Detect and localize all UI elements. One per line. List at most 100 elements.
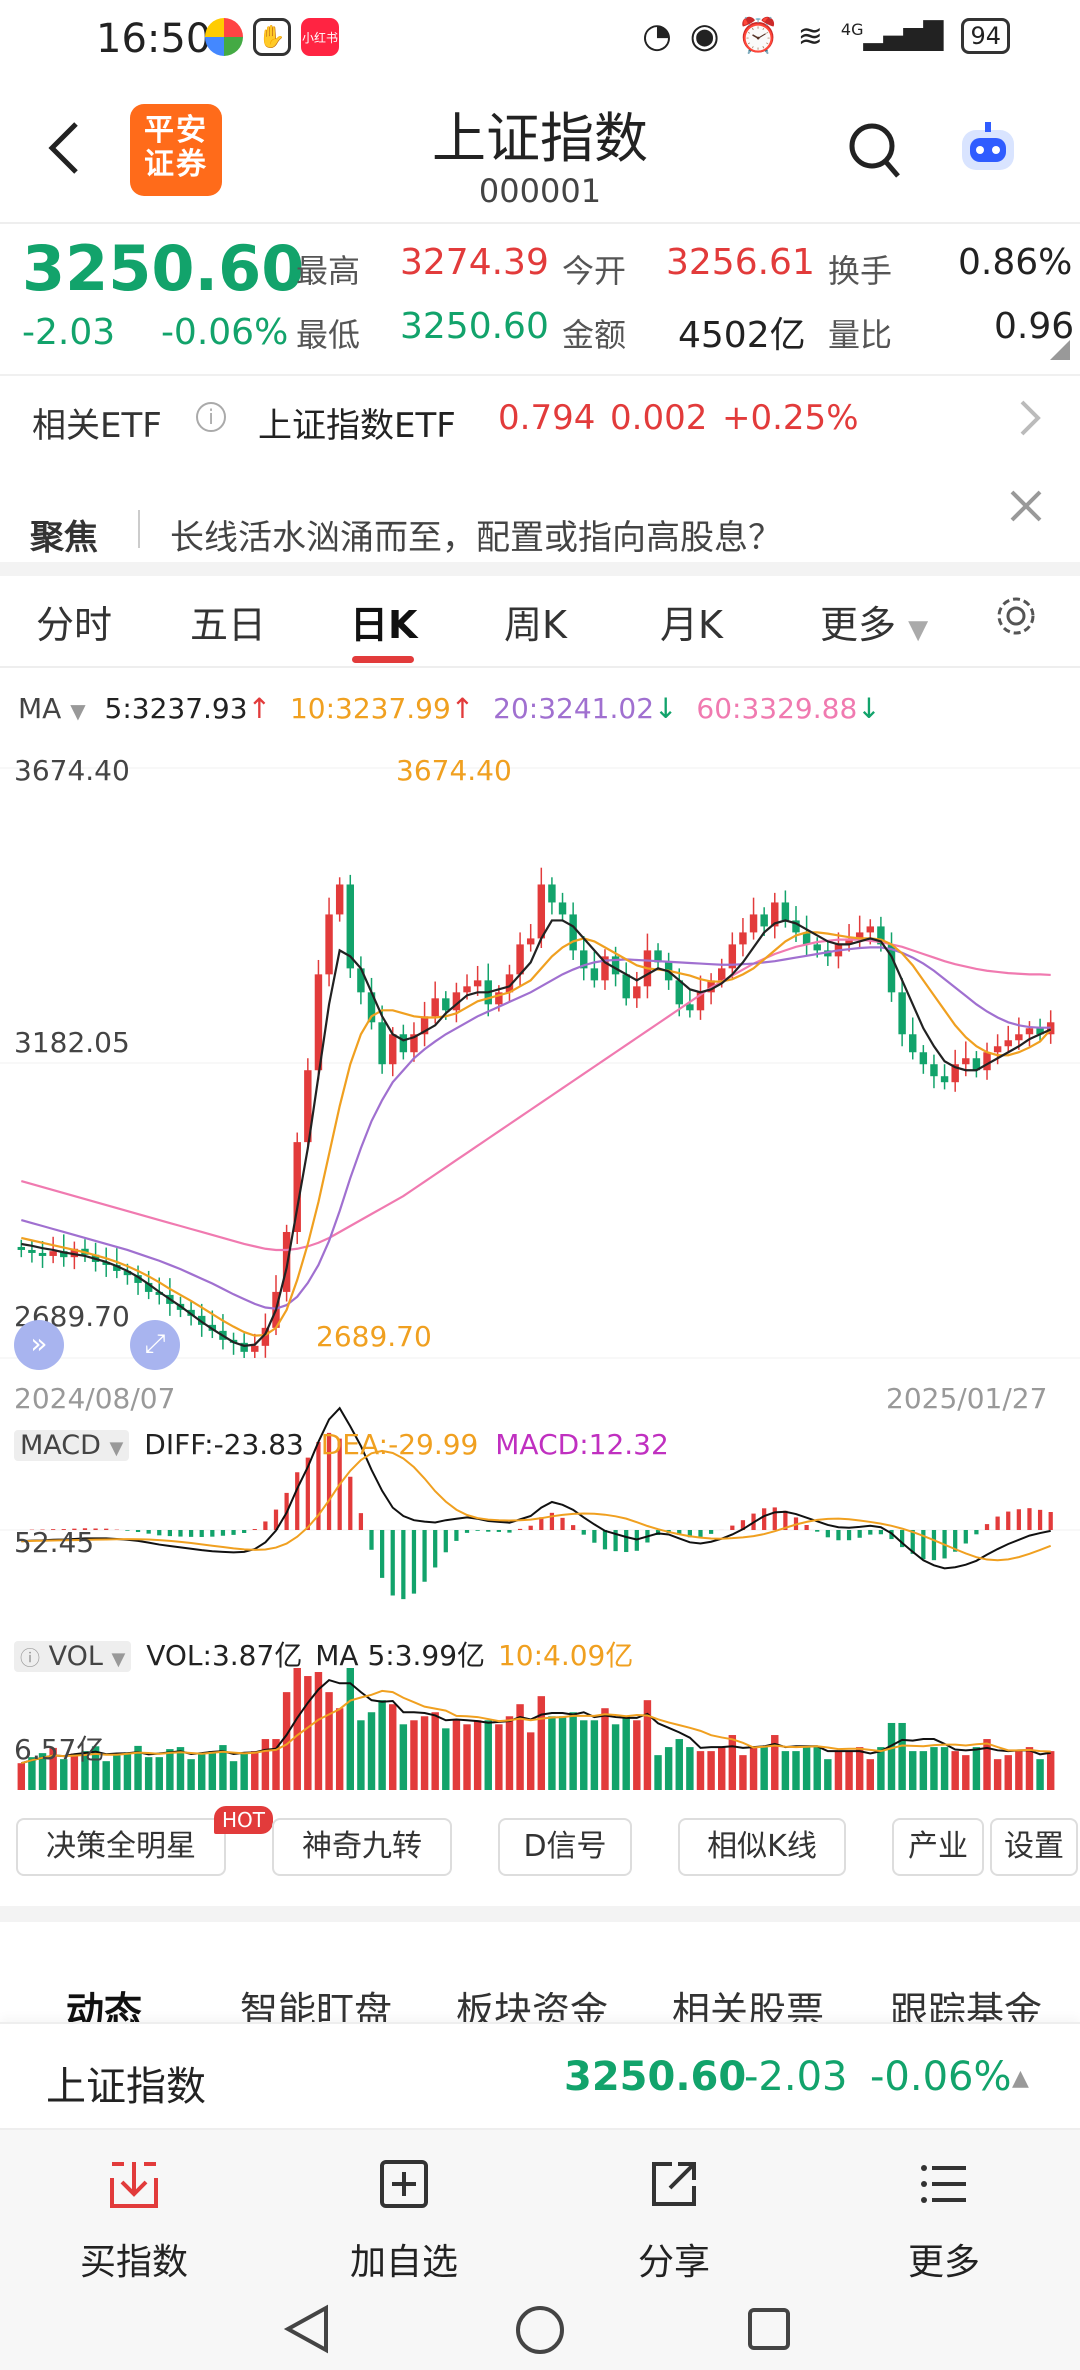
tab-weekly-k[interactable]: 周K xyxy=(504,594,567,649)
decision-star-button[interactable]: 决策全明星 HOT xyxy=(16,1806,273,1876)
eye-icon: ◉ xyxy=(689,16,720,56)
candle-body xyxy=(686,1004,694,1011)
tab-monthly-k[interactable]: 月K xyxy=(660,594,723,649)
active-tab-underline xyxy=(352,656,414,663)
volume-bar xyxy=(919,1751,928,1790)
tab-daily-k[interactable]: 日K xyxy=(350,594,417,649)
caret-down-icon: ▼ xyxy=(908,615,929,645)
vol-ma5-line xyxy=(21,1678,1051,1765)
candle-body xyxy=(431,998,439,1017)
volume-bar xyxy=(208,1751,217,1790)
fullscreen-icon[interactable]: ⤢ xyxy=(130,1320,180,1370)
candle-body xyxy=(633,986,641,999)
wifi-icon: ≋ xyxy=(797,18,823,54)
download-icon xyxy=(110,2162,158,2208)
nav-buy-index[interactable]: 买指数 xyxy=(64,2156,204,2285)
xiaohongshu-icon: 小红书 xyxy=(301,18,339,56)
kline-chart-area[interactable]: MA ▼ 5:3237.93↑ 10:3237.99↑ 20:3241.02↓ … xyxy=(0,668,1080,1818)
nav-more[interactable]: 更多 xyxy=(874,2156,1014,2285)
volume-bar xyxy=(834,1751,843,1790)
volume-bar xyxy=(696,1751,705,1790)
nav-back-triangle-icon[interactable] xyxy=(282,2304,332,2354)
subtab-smart-watch[interactable]: 智能盯盘 xyxy=(240,1980,392,2022)
candle-body xyxy=(813,944,821,951)
volume-bar xyxy=(749,1747,758,1790)
nav-add-watchlist[interactable]: 加自选 xyxy=(334,2156,474,2285)
screen: 16:50 ✋ 小红书 ◔ ◉ ⏰ ≋ 4G▂▄▆█ 94 平安 证券 上证指数… xyxy=(0,0,1080,2370)
period-tabs: 分时 五日 日K 周K 月K 更多 ▼ xyxy=(0,576,1080,668)
search-icon[interactable] xyxy=(846,120,902,180)
volume-bar xyxy=(760,1747,768,1790)
subtab-sector-funds[interactable]: 板块资金 xyxy=(456,1980,608,2022)
bottom-quote-name: 上证指数 xyxy=(46,2064,206,2110)
subtab-tracking-funds[interactable]: 跟踪基金 xyxy=(890,1980,1042,2022)
close-icon[interactable] xyxy=(1008,488,1044,524)
volume-bar xyxy=(675,1739,683,1790)
etf-change: 0.002 xyxy=(610,398,708,438)
related-etf-bar[interactable]: 相关ETF i 上证指数ETF 0.794 0.002 +0.25% xyxy=(0,374,1080,460)
candle-body xyxy=(526,938,535,945)
volume-bar xyxy=(739,1755,747,1790)
industry-button[interactable]: 产业 xyxy=(892,1818,984,1876)
volume-bar xyxy=(611,1724,620,1790)
candle-body xyxy=(389,1034,397,1065)
chevron-right-icon[interactable] xyxy=(1018,398,1042,438)
nav-share[interactable]: 分享 xyxy=(604,2156,744,2285)
tab-more[interactable]: 更多 ▼ xyxy=(820,594,928,649)
subtab-news[interactable]: 动态 xyxy=(66,1980,142,2022)
volume-bar xyxy=(930,1747,938,1790)
volume-bar xyxy=(1025,1747,1034,1790)
status-system-icons: ◔ ◉ ⏰ ≋ 4G▂▄▆█ 94 xyxy=(642,16,1010,56)
ma20-line xyxy=(21,946,1051,1310)
candle-body xyxy=(335,884,344,915)
volume-bar xyxy=(877,1747,885,1790)
expand-left-icon[interactable]: » xyxy=(14,1320,64,1370)
tab-intraday[interactable]: 分时 xyxy=(36,594,112,649)
volume-bar xyxy=(1004,1755,1012,1790)
volume-bar xyxy=(633,1720,641,1790)
volume-bar xyxy=(898,1722,906,1790)
open-value: 3256.61 xyxy=(666,242,815,283)
volume-bar xyxy=(198,1753,206,1790)
hot-badge: HOT xyxy=(214,1806,273,1834)
amount-value: 4502亿 xyxy=(678,315,806,356)
etf-pct: +0.25% xyxy=(722,398,859,438)
status-time: 16:50 xyxy=(96,16,212,62)
volume-bar xyxy=(792,1751,800,1790)
volume-bar xyxy=(962,1755,970,1790)
nav-recent-square-icon[interactable] xyxy=(746,2306,792,2352)
nav-home-circle-icon[interactable] xyxy=(514,2304,566,2356)
candle-body xyxy=(28,1249,36,1253)
similar-kline-button[interactable]: 相似K线 xyxy=(678,1818,846,1876)
tab-five-day[interactable]: 五日 xyxy=(190,594,266,649)
candle-body xyxy=(49,1251,57,1256)
hand-icon: ✋ xyxy=(253,18,291,56)
bottom-quote-bar[interactable]: 上证指数 3250.60 -2.03 -0.06% ▲ xyxy=(0,2022,1080,2128)
settings-button[interactable]: 设置 xyxy=(990,1818,1078,1876)
caret-up-icon[interactable]: ▲ xyxy=(1012,2066,1029,2091)
volume-bar xyxy=(569,1712,577,1790)
settings-gear-icon[interactable] xyxy=(994,594,1038,638)
vol-selector[interactable]: ⓘ VOL ▼ xyxy=(14,1641,132,1672)
ai-robot-icon[interactable] xyxy=(958,120,1018,174)
high-value: 3274.39 xyxy=(400,242,549,283)
volume-bar xyxy=(590,1720,599,1790)
d-signal-button[interactable]: D信号 xyxy=(498,1818,632,1876)
macd-selector[interactable]: MACD ▼ xyxy=(14,1430,130,1461)
volume-bar xyxy=(654,1755,662,1790)
focus-label: 聚焦 xyxy=(30,518,98,558)
subtab-related-stocks[interactable]: 相关股票 xyxy=(672,1980,824,2022)
volume-bar xyxy=(983,1739,991,1790)
tool-buttons: 决策全明星 HOT 神奇九转 D信号 相似K线 产业 设置 xyxy=(0,1806,1080,1908)
volume-bar xyxy=(357,1720,365,1790)
focus-news-bar[interactable]: 聚焦 长线活水汹涌而至，配置或指向高股息？ xyxy=(0,460,1080,564)
volume-bar xyxy=(166,1749,174,1790)
volume-bar xyxy=(781,1751,790,1790)
candle-body xyxy=(548,884,556,903)
candle-body xyxy=(558,902,567,915)
alarm-icon: ⏰ xyxy=(737,16,780,56)
magic-nine-button[interactable]: 神奇九转 xyxy=(272,1818,452,1876)
info-icon[interactable]: i xyxy=(196,402,226,432)
focus-text: 长线活水汹涌而至，配置或指向高股息？ xyxy=(170,518,782,558)
etf-label: 相关ETF xyxy=(32,406,162,446)
